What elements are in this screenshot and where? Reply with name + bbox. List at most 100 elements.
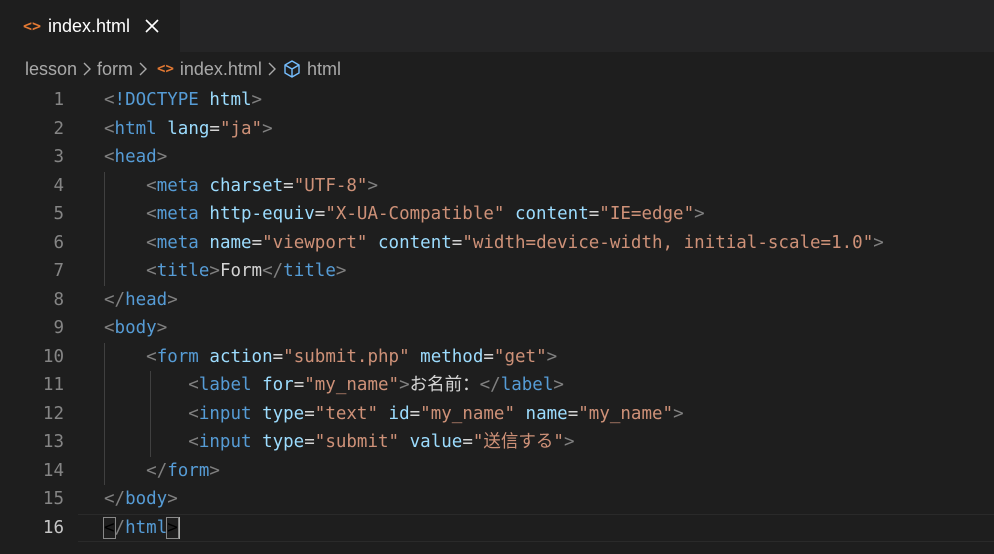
code-token: "width=device-width, initial-scale=1.0": [462, 232, 874, 253]
code-text: </html>: [103, 514, 180, 543]
code-token: http-equiv: [209, 204, 315, 224]
code-token: content: [378, 232, 452, 253]
code-token: >: [673, 403, 684, 424]
code-token: <: [188, 403, 199, 424]
code-text: <input type="submit" value="送信する">: [104, 428, 574, 457]
code-token: "get": [493, 346, 547, 367]
code-line[interactable]: 1 <!DOCTYPE html>: [0, 86, 994, 115]
code-icon: <>: [22, 17, 42, 35]
code-line[interactable]: 15 </body>: [0, 485, 994, 514]
code-token: >: [209, 460, 220, 481]
code-token: =: [283, 175, 294, 196]
code-editor[interactable]: 1 <!DOCTYPE html> 2 <html lang="ja"> 3 <head>…: [0, 86, 994, 554]
code-token: =: [483, 346, 494, 367]
code-token: =: [272, 346, 284, 367]
line-number: 13: [42, 432, 64, 452]
code-line[interactable]: 11 <label for="my_name">お名前：</label>: [0, 371, 994, 400]
code-line[interactable]: 4 <meta charset="UTF-8">: [0, 172, 994, 201]
code-text: <html lang="ja">: [104, 115, 273, 144]
code-token: type: [262, 403, 305, 424]
code-token: >: [694, 204, 705, 224]
code-token: value: [409, 432, 463, 452]
breadcrumb-index-html[interactable]: index.html: [180, 59, 262, 80]
code-token: title: [156, 261, 210, 281]
code-line[interactable]: 9 <body>: [0, 314, 994, 343]
code-token: </: [262, 261, 284, 281]
breadcrumb-form[interactable]: form: [97, 59, 133, 80]
code-token: "text": [314, 403, 378, 424]
code-line[interactable]: 8 </head>: [0, 286, 994, 315]
code-token: "IE=edge": [599, 204, 695, 224]
code-token: <: [146, 232, 157, 253]
code-token: <: [104, 318, 115, 338]
code-token: "X-UA-Compatible": [325, 204, 505, 224]
line-number: 9: [53, 318, 64, 338]
code-token: "submit.php": [283, 346, 410, 367]
close-icon[interactable]: [143, 17, 161, 35]
code-line[interactable]: 16 </html>: [0, 514, 994, 543]
tab-index-html[interactable]: <> index.html: [0, 0, 180, 52]
code-token: head: [125, 289, 168, 310]
code-token: >: [335, 261, 347, 281]
code-token: >: [156, 318, 168, 338]
code-line[interactable]: 2 <html lang="ja">: [0, 115, 994, 144]
code-text: </body>: [104, 485, 178, 514]
code-line[interactable]: 12 <input type="text" id="my_name" name=…: [0, 400, 994, 429]
code-token: <: [104, 147, 115, 167]
code-token: >: [553, 375, 564, 395]
code-token: html: [125, 517, 168, 538]
code-line[interactable]: 10 <form action="submit.php" method="get…: [0, 343, 994, 372]
code-text: <input type="text" id="my_name" name="my…: [104, 400, 684, 429]
code-token: <: [146, 346, 157, 367]
line-number: 2: [53, 118, 64, 139]
code-token: =: [304, 403, 315, 424]
line-number: 12: [42, 403, 64, 424]
code-token: /: [114, 517, 126, 538]
code-token: name: [209, 232, 252, 253]
code-token: "UTF-8": [293, 175, 368, 196]
code-line[interactable]: 6 <meta name="viewport" content="width=d…: [0, 229, 994, 258]
code-token: =: [293, 375, 305, 395]
code-token: =: [588, 204, 600, 224]
code-token: >: [209, 261, 220, 281]
code-token: name: [525, 403, 568, 424]
code-token: <: [188, 432, 199, 452]
code-text: <meta http-equiv="X-UA-Compatible" conte…: [104, 200, 705, 229]
code-token: for: [262, 375, 294, 395]
code-token: <: [103, 516, 116, 539]
code-text: </form>: [104, 457, 220, 486]
code-token: head: [114, 147, 157, 167]
breadcrumb-html[interactable]: html: [307, 59, 341, 80]
breadcrumb-lesson[interactable]: lesson: [25, 59, 77, 80]
tab-label: index.html: [48, 15, 131, 36]
code-token: <: [104, 90, 115, 110]
code-token: label: [500, 375, 554, 395]
code-token: =: [567, 403, 579, 424]
code-text: <meta name="viewport" content="width=dev…: [104, 229, 884, 258]
code-line[interactable]: 14 </form>: [0, 457, 994, 486]
code-line[interactable]: 3 <head>: [0, 143, 994, 172]
code-token: >: [156, 147, 168, 167]
line-number: 5: [53, 204, 64, 224]
code-token: body: [125, 489, 168, 509]
code-token: =: [314, 204, 326, 224]
code-token: <: [146, 175, 157, 196]
code-line[interactable]: 13 <input type="submit" value="送信する">: [0, 428, 994, 457]
code-line[interactable]: 5 <meta http-equiv="X-UA-Compatible" con…: [0, 200, 994, 229]
code-token: content: [514, 204, 589, 224]
code-token: >: [166, 516, 179, 539]
code-token: meta: [156, 175, 199, 196]
code-token: >: [399, 375, 410, 395]
code-token: Form: [219, 261, 263, 281]
code-line[interactable]: 7 <title>Form</title>: [0, 257, 994, 286]
code-token: >: [563, 432, 575, 452]
code-token: "my_name": [578, 403, 674, 424]
